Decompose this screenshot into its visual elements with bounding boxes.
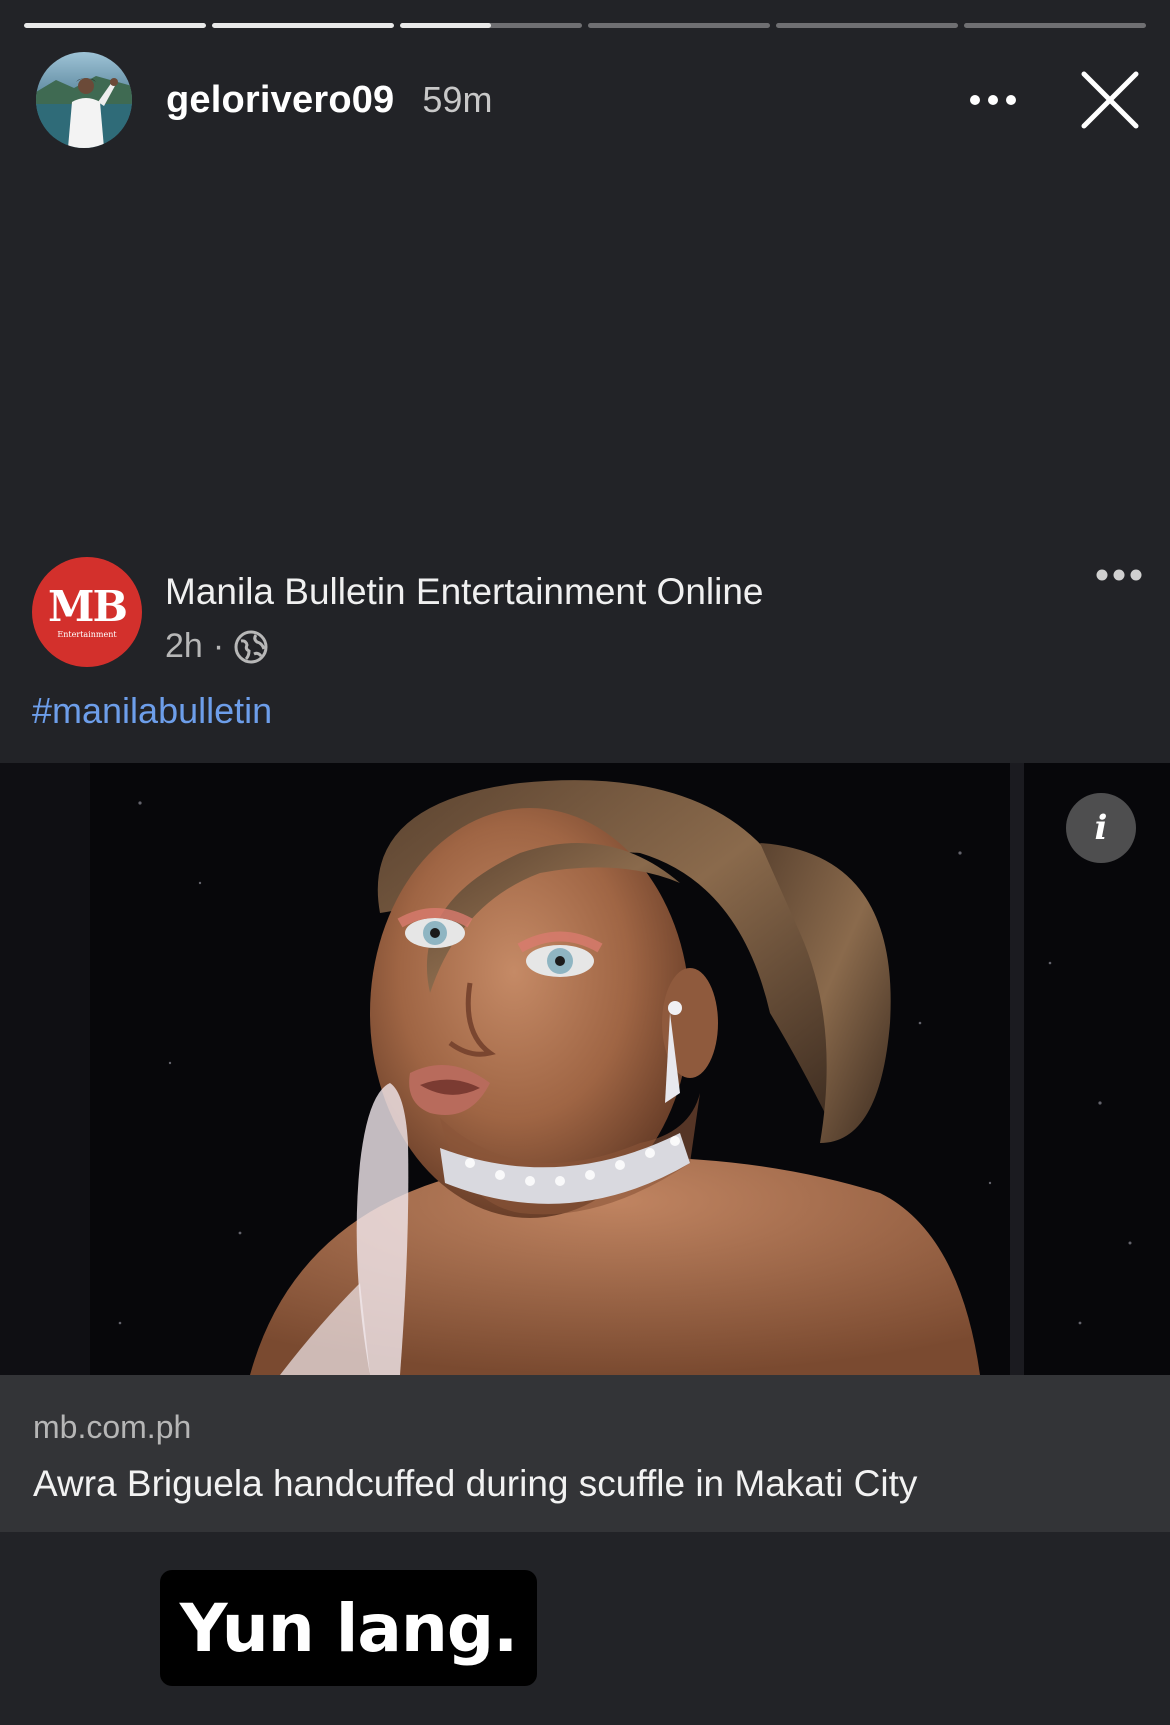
shared-post-header: MB Entertainment Manila Bulletin Enterta… [32,557,1144,669]
link-title: Awra Briguela handcuffed during scuffle … [33,1463,918,1504]
logo-subtext: Entertainment [57,629,117,639]
progress-segment [212,23,394,28]
progress-segment [776,23,958,28]
more-horizontal-icon [970,95,1016,105]
page-name[interactable]: Manila Bulletin Entertainment Online [165,571,764,613]
link-preview[interactable]: mb.com.ph Awra Briguela handcuffed durin… [0,1375,1170,1532]
caption-sticker: Yun lang. [160,1570,537,1686]
more-horizontal-icon [1096,569,1142,581]
progress-segment [400,23,582,28]
post-options-button[interactable] [1094,567,1144,587]
story-header: gelorivero09 59m [36,52,1142,148]
progress-segment [588,23,770,28]
link-domain: mb.com.ph [33,1409,192,1445]
progress-fill [212,23,394,28]
avatar[interactable] [36,52,132,148]
progress-segment [24,23,206,28]
story-timestamp: 59m [422,79,493,120]
post-meta: 2h · [165,627,268,666]
progress-segment [964,23,1146,28]
post-hashtag[interactable]: #manilabulletin [32,690,272,732]
caption-text: Yun lang. [179,1589,518,1667]
close-button[interactable] [1078,68,1142,132]
progress-fill [400,23,491,28]
logo-text: MB [48,581,128,631]
post-time: 2h [165,627,203,665]
meta-separator: · [212,627,225,665]
close-x-icon [1081,71,1139,129]
post-photo[interactable]: i [0,763,1170,1375]
globe-icon [234,630,268,663]
page-logo[interactable]: MB Entertainment [32,557,142,667]
portrait-photo [0,763,1170,1375]
progress-fill [24,23,206,28]
story-progress-bar [24,23,1146,28]
info-icon: i [1094,808,1108,848]
story-viewer: gelorivero09 59m MB Entertainment Manila… [0,0,1170,1725]
story-username[interactable]: gelorivero09 [166,79,394,122]
info-button[interactable]: i [1066,793,1136,863]
more-options-button[interactable] [958,70,1028,130]
